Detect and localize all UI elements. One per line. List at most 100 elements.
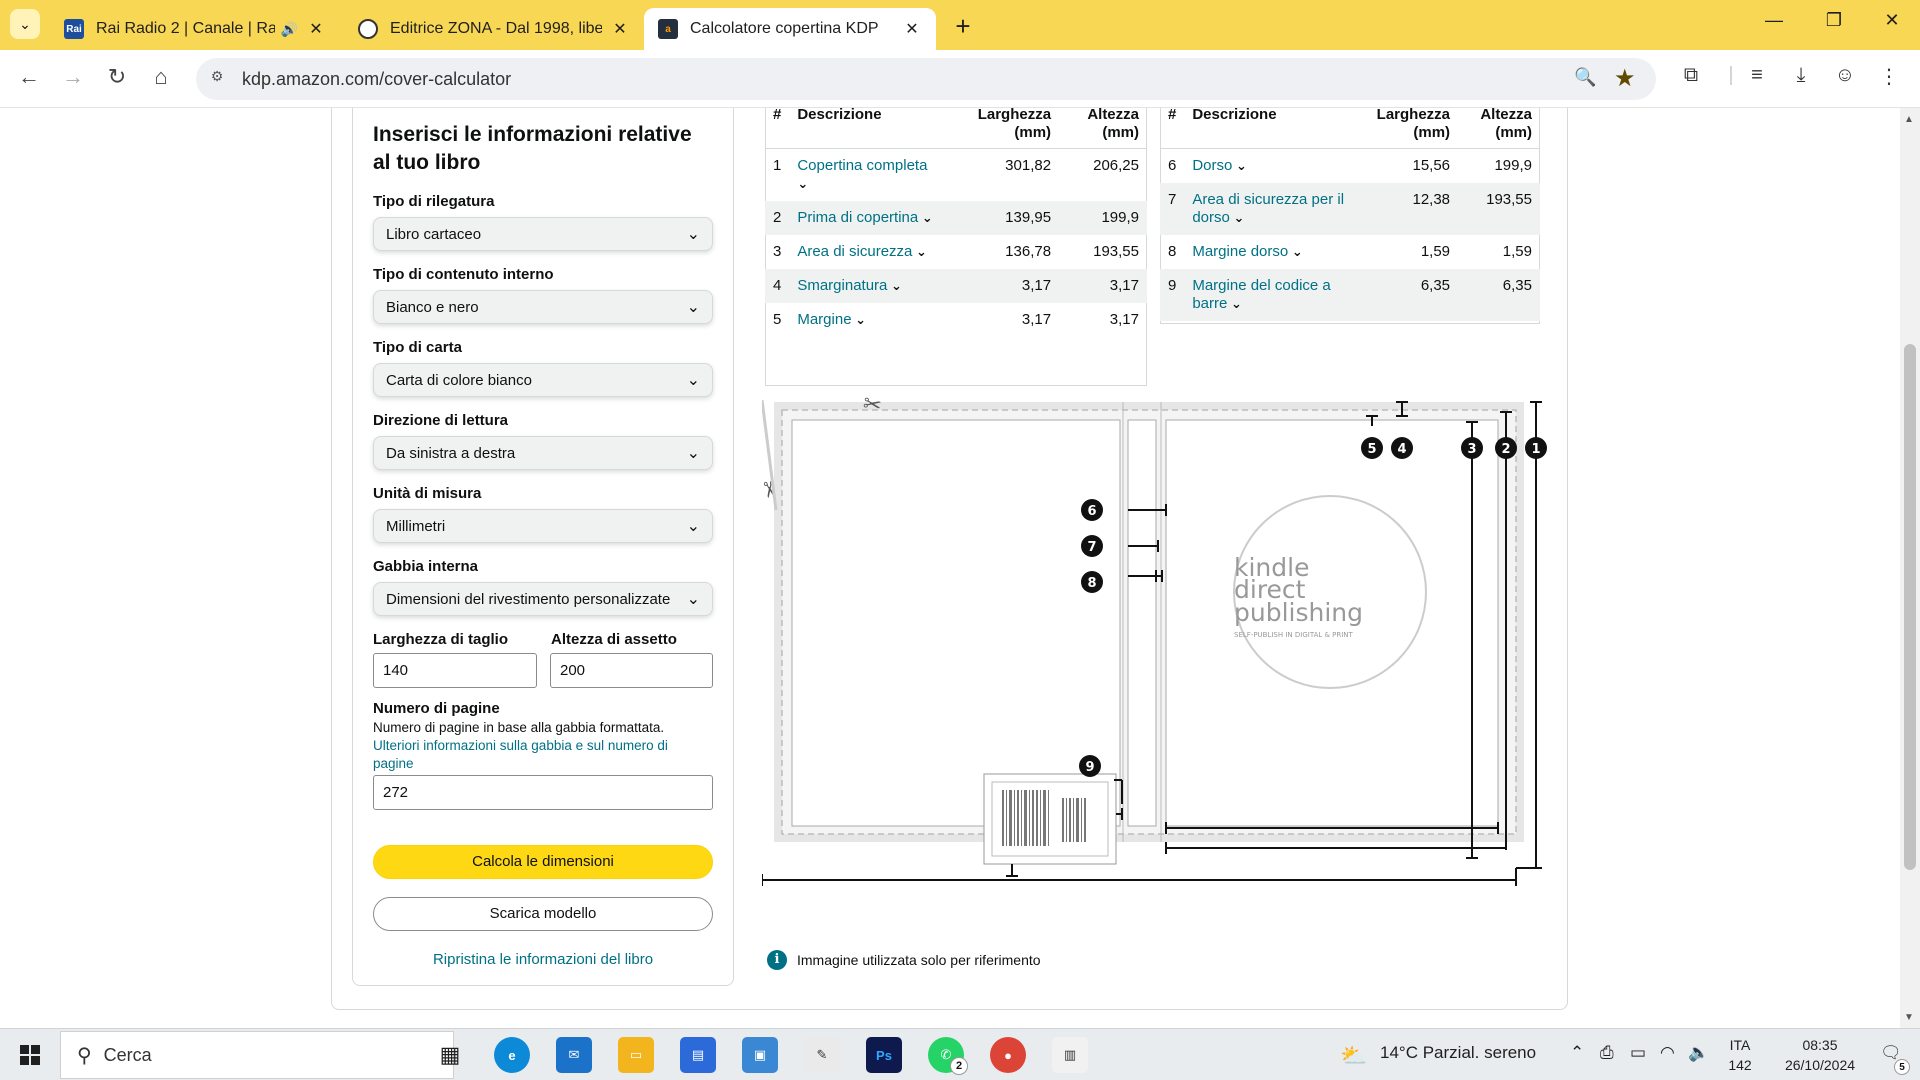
row-description[interactable]: Area di sicurezza per il dorso ⌄ [1184,183,1355,235]
home-icon[interactable]: ⌂ [146,64,176,90]
scroll-up-icon[interactable]: ▲ [1904,114,1914,125]
edge-icon[interactable]: e [494,1037,530,1073]
word-document-icon[interactable]: ▥ [1052,1037,1088,1073]
interior-value: Bianco e nero [386,299,479,316]
trim-select[interactable]: Dimensioni del rivestimento personalizza… [373,582,713,616]
media-controls-icon[interactable]: ≡ [1742,64,1772,87]
volume-icon[interactable]: 🔈 [1688,1043,1709,1063]
control-panel-icon[interactable]: ▣ [742,1037,778,1073]
clock-time: 08:35 [1802,1037,1838,1053]
close-tab-icon[interactable]: ✕ [306,19,326,39]
page-count-input[interactable]: 272 [373,775,713,810]
battery-icon[interactable]: ▭ [1630,1043,1646,1063]
browser-toolbar: ← → ↻ ⌂ ⚙ kdp.amazon.com/cover-calculato… [0,50,1920,108]
trim-width-input[interactable]: 140 [373,653,537,688]
language-indicator[interactable]: ITA 142 [1720,1035,1760,1075]
extensions-icon[interactable]: ⧉ [1676,64,1706,87]
minimize-icon[interactable]: — [1754,10,1794,31]
row-number: 7 [1160,183,1185,235]
row-description[interactable]: Margine dorso ⌄ [1184,235,1354,269]
page-scrollbar[interactable]: ▲ ▼ [1900,108,1920,1028]
address-bar[interactable]: ⚙ kdp.amazon.com/cover-calculator 🔍 ★ [196,58,1656,100]
camera-icon[interactable]: ⎙ [1600,1043,1614,1063]
binding-select[interactable]: Libro cartaceo ⌄ [373,217,713,251]
mail-icon[interactable]: ✉ [556,1037,592,1073]
marker-9: 9 [1085,760,1094,775]
page-count-help-link[interactable]: Ulteriori informazioni sulla gabbia e su… [373,737,693,773]
row-description-text: Area di sicurezza per il dorso [1192,191,1345,226]
profile-avatar-icon[interactable]: ☺ [1830,64,1860,87]
download-template-button[interactable]: Scarica modello [373,897,713,931]
site-info-icon[interactable]: ⚙ [206,68,228,90]
paper-select[interactable]: Carta di colore bianco ⌄ [373,363,713,397]
close-window-icon[interactable]: ✕ [1872,10,1912,31]
tab-rai-radio[interactable]: Rai Rai Radio 2 | Canale | RaiPla 🔊 ✕ [50,8,340,50]
chevron-down-icon[interactable]: ⌄ [1288,244,1303,259]
marker-1: 1 [1531,442,1540,457]
chevron-down-icon[interactable]: ⌄ [912,244,927,259]
reset-book-info-link[interactable]: Ripristina le informazioni del libro [373,951,713,968]
notifications-badge: 5 [1894,1059,1910,1075]
chevron-down-icon[interactable]: ⌄ [1230,210,1244,225]
tab-kdp-calculator[interactable]: a Calcolatore copertina KDP ✕ [644,8,936,50]
chevron-down-icon[interactable]: ⌄ [918,210,933,225]
chevron-down-icon[interactable]: ⌄ [887,278,902,293]
chevron-down-icon[interactable]: ⌄ [852,312,866,327]
speaker-icon[interactable]: 🔊 [281,21,298,38]
tab-editrice-zona[interactable]: Editrice ZONA - Dal 1998, libera ✕ [344,8,644,50]
direction-value: Da sinistra a destra [386,445,516,462]
weather-text[interactable]: 14°C Parzial. sereno [1380,1043,1536,1063]
chrome-icon[interactable]: ● [990,1037,1026,1073]
notepad-app-icon[interactable]: ✎ [804,1037,840,1073]
row-height: 199,9 [1458,149,1540,184]
row-description[interactable]: Smarginatura ⌄ [789,269,950,303]
windows-start-icon[interactable] [20,1045,40,1065]
reload-icon[interactable]: ↻ [102,64,132,90]
row-number: 1 [765,149,789,202]
photoshop-icon[interactable]: Ps [866,1037,902,1073]
row-description[interactable]: Prima di copertina ⌄ [789,201,950,235]
zoom-icon[interactable]: 🔍 [1574,67,1596,88]
restore-icon[interactable]: ❐ [1814,10,1854,31]
file-explorer-icon[interactable]: ▭ [618,1037,654,1073]
row-description[interactable]: Margine del codice a barre ⌄ [1184,269,1355,321]
clock[interactable]: 08:35 26/10/2024 [1770,1035,1870,1075]
tray-chevron-up-icon[interactable]: ⌃ [1570,1043,1584,1063]
calculate-button[interactable]: Calcola le dimensioni [373,845,713,879]
back-icon[interactable]: ← [14,64,44,90]
row-description[interactable]: Copertina completa ⌄ [789,149,949,202]
row-description[interactable]: Margine ⌄ [789,303,949,337]
close-tab-icon[interactable]: ✕ [610,19,630,39]
store-icon[interactable]: ▤ [680,1037,716,1073]
col-width: Larghezza (mm) [1354,108,1459,149]
wifi-icon[interactable]: ◠ [1660,1043,1675,1063]
row-description[interactable]: Dorso ⌄ [1184,149,1354,184]
forward-icon[interactable]: → [58,64,88,90]
col-height: Altezza (mm) [1458,108,1540,149]
table-row: 6 Dorso ⌄ 15,56 199,9 [1160,149,1540,184]
chevron-down-icon[interactable]: ⌄ [797,176,808,191]
close-tab-icon[interactable]: ✕ [902,19,922,39]
row-description[interactable]: Area di sicurezza ⌄ [789,235,949,269]
chevron-down-icon[interactable]: ⌄ [1227,296,1242,311]
clock-date: 26/10/2024 [1784,1057,1856,1073]
bookmark-star-icon[interactable]: ★ [1614,64,1636,93]
unit-select[interactable]: Millimetri ⌄ [373,509,713,543]
windows-taskbar: ⚲ Cerca ▦ e ✉ ▭ ▤ ▣ ✎ Ps ✆ 2 ● ▥ ⛅ 14°C … [0,1028,1920,1080]
download-icon[interactable]: ⤓ [1786,64,1816,87]
taskbar-search[interactable]: ⚲ Cerca [60,1031,454,1079]
url-text[interactable]: kdp.amazon.com/cover-calculator [242,69,511,90]
weather-icon[interactable]: ⛅ [1340,1043,1367,1069]
chevron-down-icon[interactable]: ⌄ [1232,158,1247,173]
direction-select[interactable]: Da sinistra a destra ⌄ [373,436,713,470]
trim-height-input[interactable]: 200 [550,653,713,688]
marker-5: 5 [1367,442,1376,457]
scroll-down-icon[interactable]: ▼ [1904,1012,1914,1023]
scrollbar-thumb[interactable] [1904,344,1916,870]
interior-select[interactable]: Bianco e nero ⌄ [373,290,713,324]
task-view-icon[interactable]: ▦ [432,1037,468,1073]
new-tab-icon[interactable]: + [948,11,978,42]
row-height-text: 1,59 [1502,243,1532,260]
tab-search-chevron-icon[interactable]: ⌄ [10,9,40,39]
menu-kebab-icon[interactable]: ⋮ [1874,64,1904,89]
